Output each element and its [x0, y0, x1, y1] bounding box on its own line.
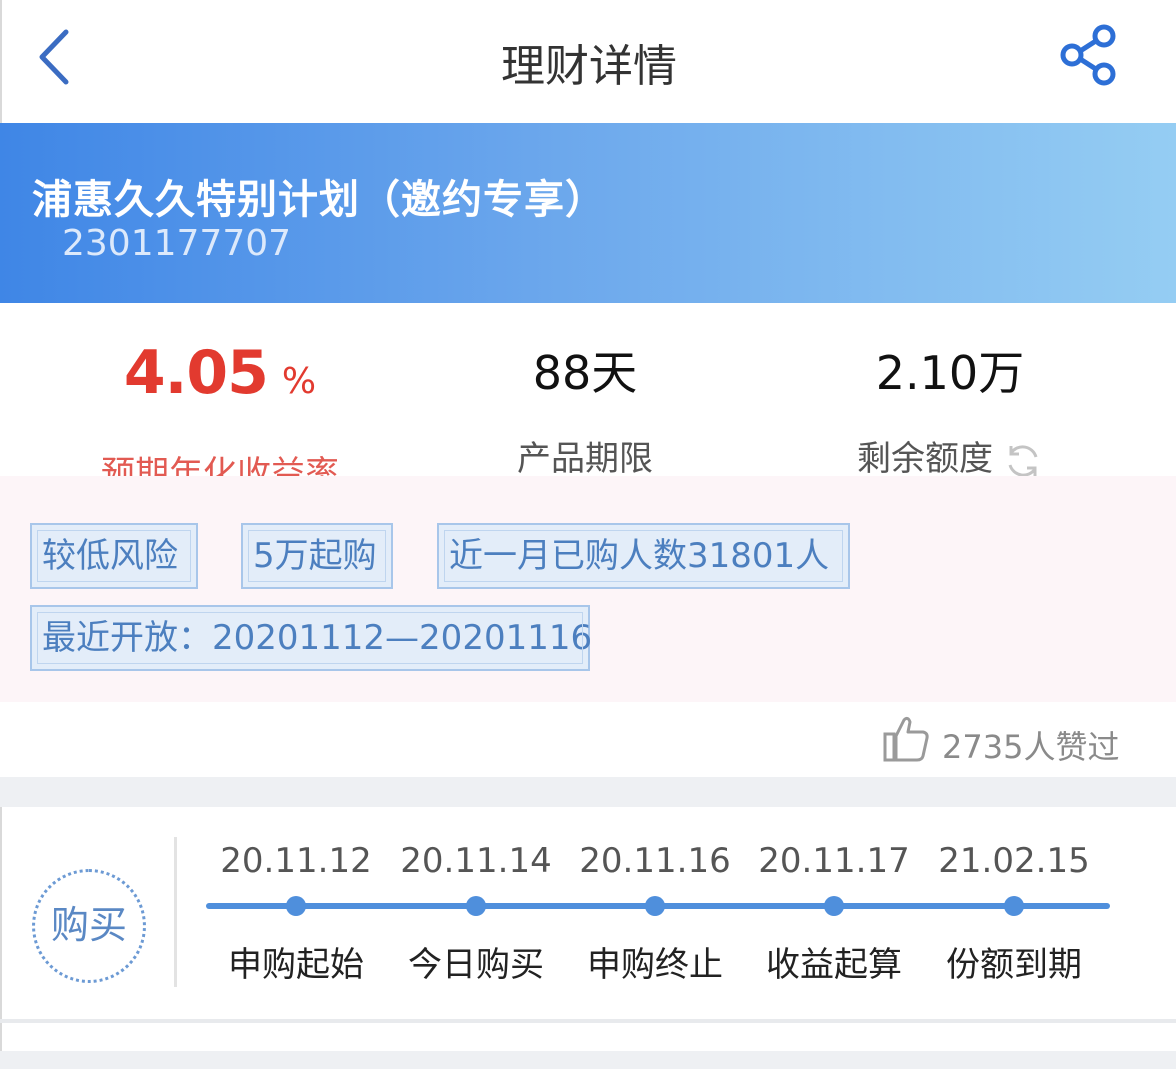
- term-stat: 88天 产品期限: [480, 333, 690, 480]
- likes-row: 2735人赞过: [0, 702, 1176, 777]
- purchase-timeline: 购买 20.11.12 申购起始 20.11.14 今日购买 20.11.16 …: [0, 807, 1176, 1019]
- share-button[interactable]: [1058, 24, 1120, 86]
- timeline-dot: [466, 896, 486, 916]
- rate-value: 4.05: [123, 338, 269, 408]
- tag-min-purchase: 5万起购: [241, 523, 393, 589]
- rate-unit: %: [281, 361, 317, 402]
- timeline-date: 20.11.17: [758, 841, 910, 881]
- timeline-label: 今日购买: [408, 945, 544, 985]
- tag-buyers-count: 近一月已购人数31801人: [437, 523, 850, 589]
- timeline-label: 申购起始: [228, 945, 364, 985]
- section-divider: [0, 1051, 1176, 1069]
- product-code: 2301177707: [62, 223, 292, 264]
- buy-button[interactable]: 购买: [32, 869, 146, 983]
- page-title: 理财详情: [501, 41, 677, 92]
- vertical-divider: [174, 837, 177, 987]
- timeline-dot: [824, 896, 844, 916]
- timeline-label: 份额到期: [946, 945, 1082, 985]
- timeline-label: 收益起算: [766, 945, 902, 985]
- timeline-label: 申购终止: [587, 945, 723, 985]
- product-name: 浦惠久久特别计划（邀约专享）: [32, 177, 606, 223]
- empty-row: [0, 1023, 1176, 1051]
- thumbs-up-icon[interactable]: [882, 714, 930, 764]
- timeline-date: 20.11.14: [400, 841, 552, 881]
- rate-stat: 4.05% 预期年化收益率: [90, 333, 350, 495]
- header: 理财详情: [0, 0, 1176, 123]
- likes-count: 2735人赞过: [942, 728, 1120, 766]
- tag-open-period: 最近开放：20201112—20201116: [30, 605, 592, 671]
- timeline-dot: [286, 896, 306, 916]
- remain-value: 2.10万: [875, 346, 1025, 400]
- timeline-date: 20.11.16: [579, 841, 731, 881]
- product-stats: 4.05% 预期年化收益率 88天 产品期限 2.10万 剩余额度: [0, 303, 1176, 494]
- tag-risk: 较低风险: [30, 523, 198, 589]
- timeline-dot: [1004, 896, 1024, 916]
- refresh-icon[interactable]: [1003, 441, 1043, 481]
- remain-label: 剩余额度: [857, 439, 993, 479]
- timeline-date: 20.11.12: [220, 841, 372, 881]
- share-icon: [1060, 24, 1116, 86]
- timeline-date: 21.02.15: [938, 841, 1090, 881]
- product-banner: 浦惠久久特别计划（邀约专享） 2301177707: [0, 123, 1176, 303]
- remain-stat: 2.10万 剩余额度: [830, 333, 1070, 481]
- section-divider: [0, 777, 1176, 807]
- timeline-dot: [645, 896, 665, 916]
- term-value: 88天: [532, 346, 638, 400]
- feature-tags: 较低风险 5万起购 近一月已购人数31801人 最近开放：20201112—20…: [0, 476, 1176, 702]
- term-label: 产品期限: [517, 439, 653, 479]
